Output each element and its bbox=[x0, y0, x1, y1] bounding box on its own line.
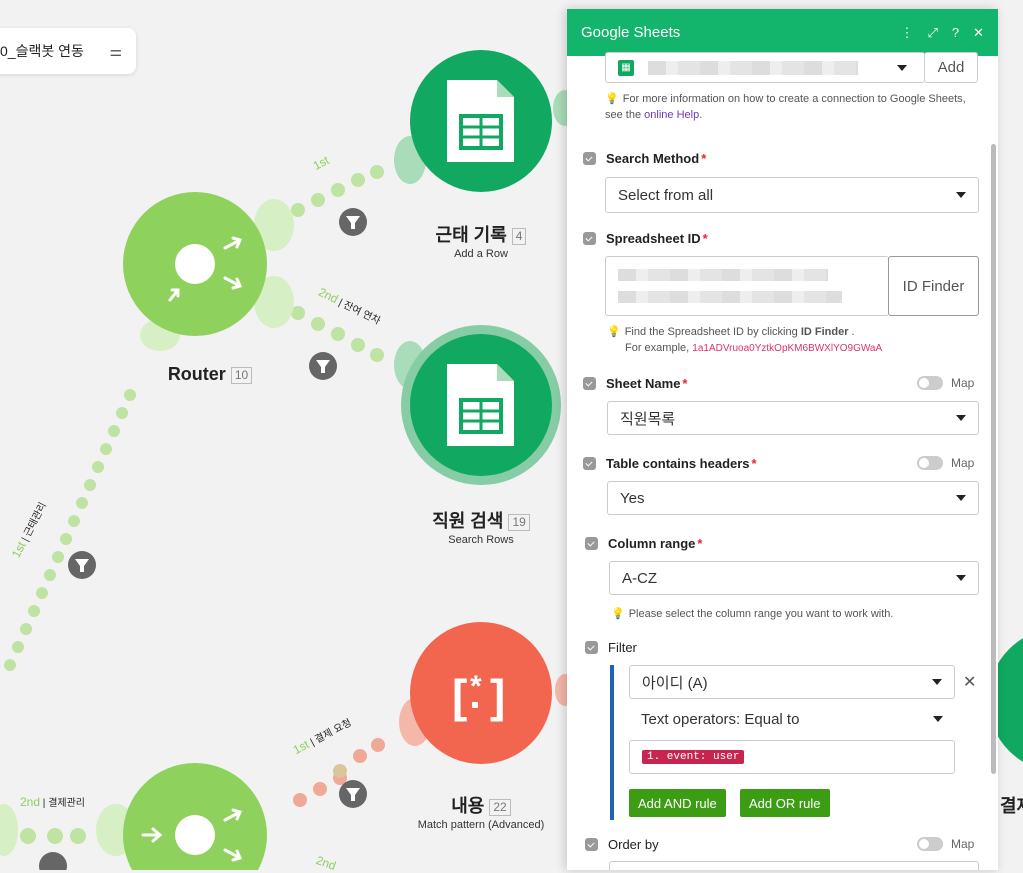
map-switch[interactable] bbox=[917, 376, 943, 390]
id-finder-button[interactable]: ID Finder bbox=[888, 256, 979, 316]
node-title[interactable]: Router 10 bbox=[140, 364, 280, 385]
collapse-checkbox[interactable] bbox=[583, 377, 596, 390]
headers-map-toggle[interactable]: Map bbox=[917, 456, 974, 470]
sheets-icon: ▦ bbox=[618, 59, 634, 76]
search-method-label: Search Method * bbox=[583, 151, 706, 166]
headers-label: Table contains headers * bbox=[583, 456, 757, 471]
node-subtitle: Add a Row bbox=[454, 248, 508, 260]
map-switch[interactable] bbox=[917, 837, 943, 851]
collapse-checkbox[interactable] bbox=[585, 838, 598, 851]
filter-field-select[interactable]: 아이디 (A) bbox=[629, 665, 955, 699]
lightbulb-icon: 💡 bbox=[607, 326, 621, 338]
spreadsheet-id-label: Spreadsheet ID * bbox=[583, 231, 708, 246]
filter-operator-value: Text operators: Equal to bbox=[641, 710, 800, 728]
filter-value-input[interactable]: 1. event: user bbox=[629, 740, 955, 774]
spreadsheet-id-hint: 💡 Find the Spreadsheet ID by clicking ID … bbox=[607, 326, 883, 354]
headers-value: Yes bbox=[620, 489, 645, 507]
chevron-down-icon bbox=[897, 64, 907, 71]
collapse-checkbox[interactable] bbox=[583, 457, 596, 470]
add-or-rule-button[interactable]: Add OR rule bbox=[740, 789, 830, 817]
scenario-name-pill[interactable]: 0_슬랙봇 연동 ⚌ bbox=[0, 28, 136, 74]
lightbulb-icon: 💡 bbox=[611, 608, 625, 620]
route-label[interactable]: 2nd | 결제관리 bbox=[20, 794, 85, 809]
connection-value-blurred bbox=[648, 60, 858, 75]
node-title[interactable]: 결제 bbox=[1000, 792, 1023, 818]
column-range-select[interactable]: A-CZ bbox=[609, 561, 979, 595]
panel-title: Google Sheets bbox=[581, 24, 681, 41]
remove-rule-icon[interactable]: ✕ bbox=[963, 672, 976, 692]
headers-select[interactable]: Yes bbox=[607, 481, 979, 515]
column-range-hint: 💡 Please select the column range you want… bbox=[611, 608, 894, 620]
chevron-down-icon bbox=[956, 192, 966, 198]
connection-select[interactable]: ▦ bbox=[605, 52, 925, 83]
column-range-value: A-CZ bbox=[622, 569, 657, 587]
node-title[interactable]: 내용 22 bbox=[415, 792, 547, 818]
module-settings-panel: Google Sheets ⋮ ⤢ ? ✕ ▦ Add 💡 For more in… bbox=[567, 9, 998, 870]
node-subtitle: Search Rows bbox=[448, 534, 514, 546]
add-connection-label: Add bbox=[937, 59, 965, 76]
chevron-down-icon bbox=[956, 575, 966, 581]
search-method-value: Select from all bbox=[618, 186, 714, 204]
filter-field-value: 아이디 (A) bbox=[642, 674, 708, 692]
scrollbar[interactable] bbox=[991, 144, 996, 774]
spreadsheet-id-input[interactable] bbox=[605, 256, 889, 316]
spreadsheet-id-blurred bbox=[618, 291, 842, 303]
close-icon[interactable]: ✕ bbox=[973, 25, 984, 41]
filter-label: Filter bbox=[585, 640, 637, 655]
connection-hint: 💡 For more information on how to create a… bbox=[605, 93, 966, 121]
collapse-checkbox[interactable] bbox=[583, 152, 596, 165]
node-subtitle: Match pattern (Advanced) bbox=[417, 819, 545, 831]
chevron-down-icon bbox=[956, 415, 966, 421]
order-by-label: Order by bbox=[585, 837, 659, 852]
svg-text:*: * bbox=[470, 670, 482, 703]
lightbulb-icon: 💡 bbox=[605, 93, 619, 105]
scenario-name: 0_슬랙봇 연동 bbox=[0, 43, 84, 59]
add-connection-button[interactable]: Add bbox=[924, 52, 978, 83]
help-icon[interactable]: ? bbox=[952, 25, 959, 40]
sheet-name-value: 직원목록 bbox=[620, 410, 676, 428]
svg-text:]: ] bbox=[490, 670, 505, 722]
spreadsheet-id-blurred bbox=[618, 269, 828, 281]
collapse-checkbox[interactable] bbox=[585, 641, 598, 654]
panel-body[interactable]: ▦ Add 💡 For more information on how to cr… bbox=[567, 52, 998, 870]
svg-text:[: [ bbox=[452, 670, 467, 722]
order-by-select[interactable] bbox=[609, 861, 979, 870]
more-icon[interactable]: ⋮ bbox=[900, 25, 913, 41]
chevron-down-icon bbox=[933, 716, 943, 722]
sheet-name-label: Sheet Name * bbox=[583, 376, 687, 391]
collapse-checkbox[interactable] bbox=[585, 537, 598, 550]
filter-group-bar bbox=[610, 665, 614, 820]
panel-header: Google Sheets ⋮ ⤢ ? ✕ bbox=[567, 9, 998, 56]
chevron-down-icon bbox=[956, 495, 966, 501]
id-finder-label: ID Finder bbox=[902, 277, 965, 295]
search-method-select[interactable]: Select from all bbox=[605, 177, 979, 213]
chevron-down-icon bbox=[932, 679, 942, 685]
expand-icon[interactable]: ⤢ bbox=[927, 25, 937, 41]
node-title[interactable]: 직원 검색 19 bbox=[415, 507, 547, 533]
collapse-checkbox[interactable] bbox=[583, 232, 596, 245]
map-switch[interactable] bbox=[917, 456, 943, 470]
order-by-map-toggle[interactable]: Map bbox=[917, 837, 974, 851]
settings-sliders-icon[interactable]: ⚌ bbox=[109, 43, 122, 60]
online-help-link[interactable]: online Help bbox=[644, 109, 699, 121]
mapped-token[interactable]: 1. event: user bbox=[642, 750, 745, 764]
sheet-name-select[interactable]: 직원목록 bbox=[607, 401, 979, 435]
column-range-label: Column range * bbox=[585, 536, 702, 551]
filter-operator-select[interactable]: Text operators: Equal to bbox=[629, 702, 955, 736]
add-and-rule-button[interactable]: Add AND rule bbox=[629, 789, 726, 817]
sheet-name-map-toggle[interactable]: Map bbox=[917, 376, 974, 390]
node-title[interactable]: 근태 기록 4 bbox=[415, 221, 547, 247]
